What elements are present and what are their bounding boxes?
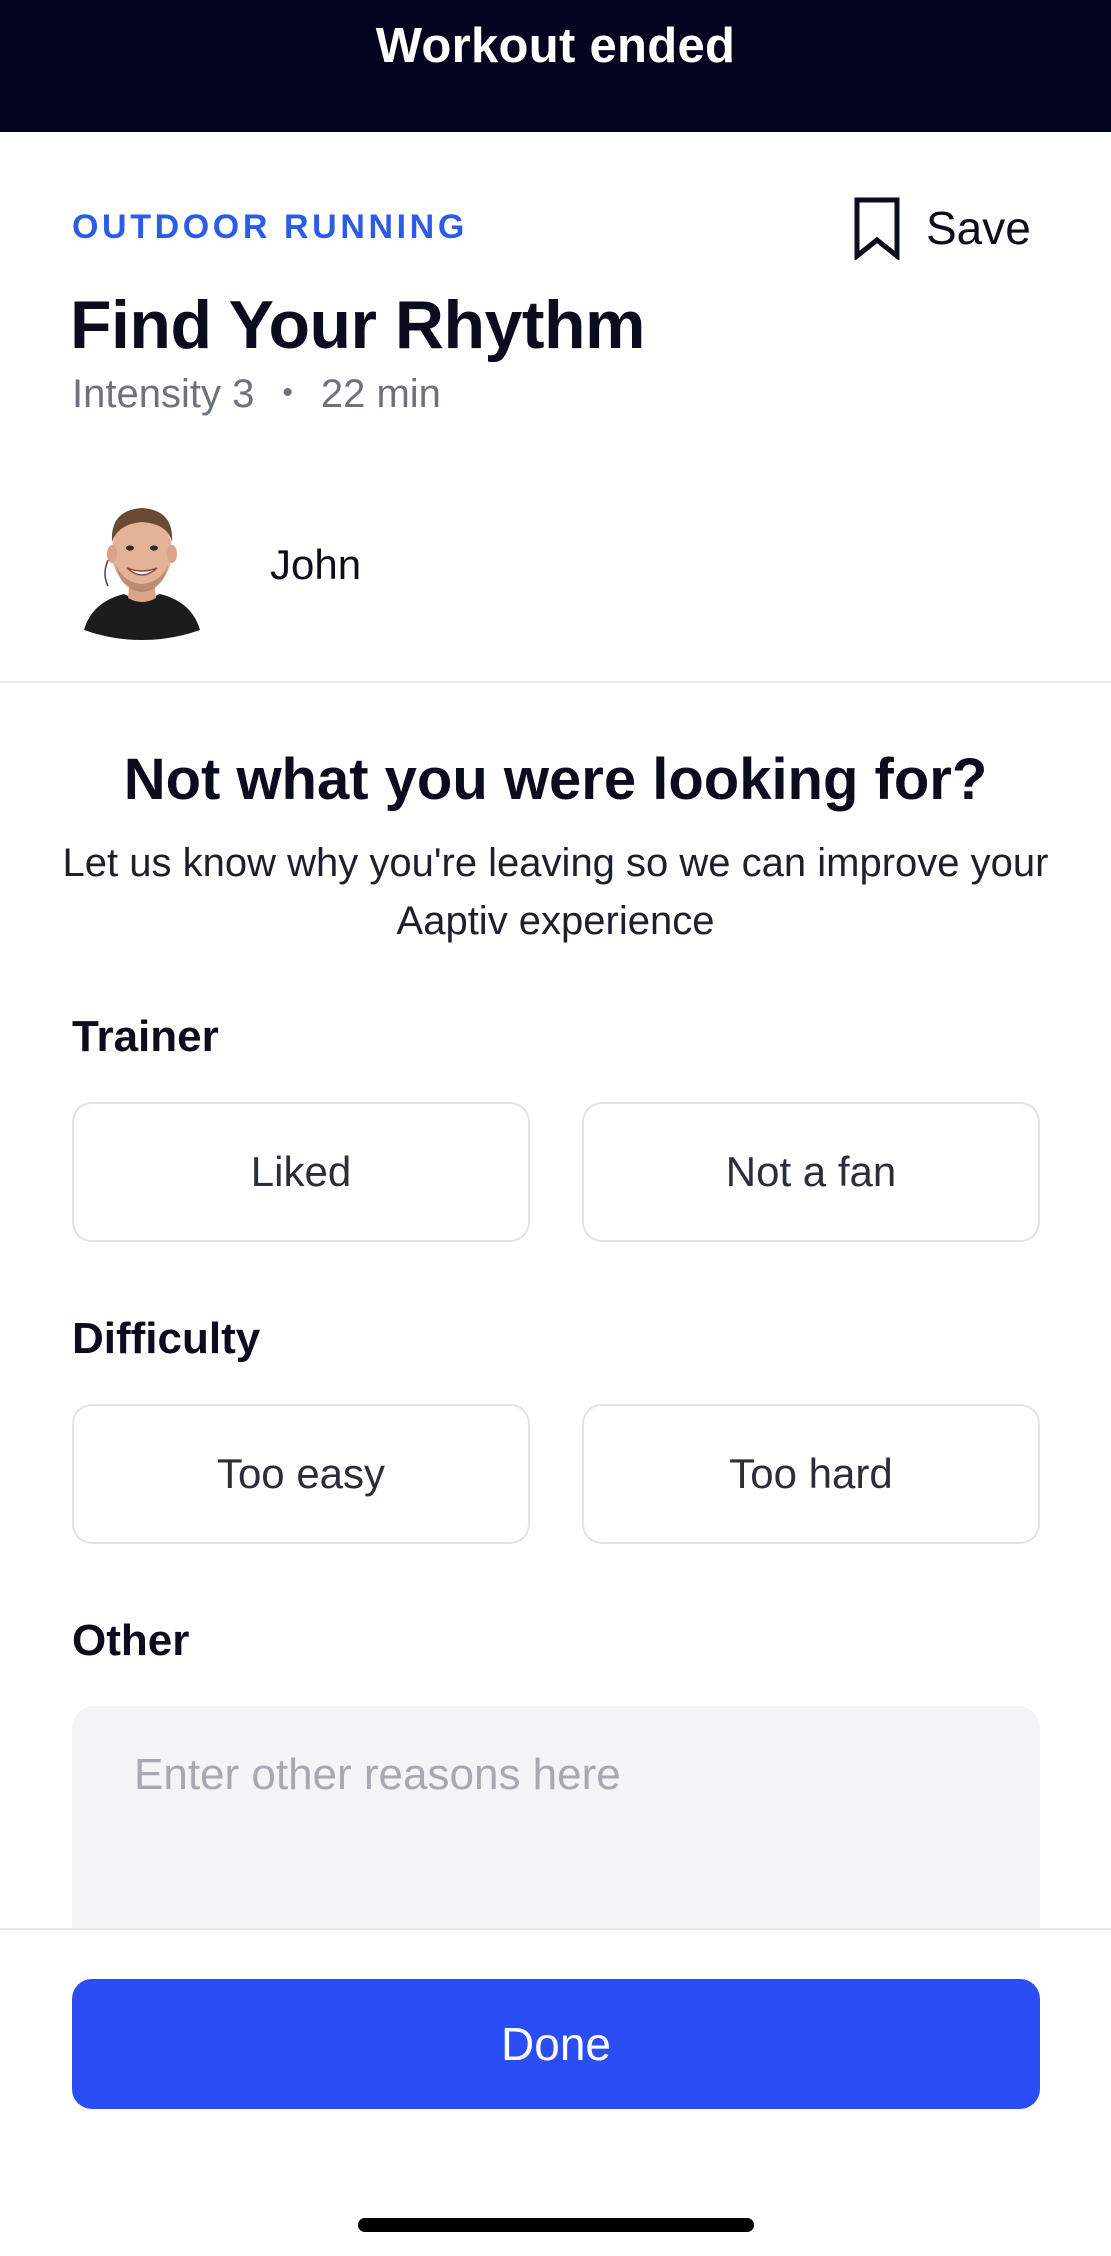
trainer-liked-button[interactable]: Liked	[72, 1102, 530, 1242]
divider	[0, 681, 1111, 683]
save-label: Save	[926, 202, 1031, 254]
other-section-label: Other	[72, 1616, 190, 1665]
feedback-subtitle: Let us know why you're leaving so we can…	[62, 841, 1049, 943]
trainer-not-a-fan-button[interactable]: Not a fan	[582, 1102, 1040, 1242]
save-button[interactable]: Save	[852, 192, 1042, 264]
page-title: Workout ended	[375, 19, 736, 73]
workout-category: OUTDOOR RUNNING	[72, 208, 468, 246]
bookmark-icon	[852, 196, 902, 260]
difficulty-section-label: Difficulty	[72, 1314, 261, 1363]
trainer-section-label: Trainer	[72, 1012, 219, 1061]
trainer-name: John	[270, 541, 362, 588]
trainer-avatar	[84, 508, 200, 640]
done-button[interactable]: Done	[72, 1979, 1040, 2109]
top-bar: Workout ended	[0, 0, 1111, 132]
meta-separator: •	[282, 375, 293, 409]
other-reasons-input[interactable]	[72, 1706, 1040, 1928]
home-indicator[interactable]	[358, 2218, 754, 2232]
trainer-row[interactable]: John	[72, 490, 361, 640]
workout-title: Find Your Rhythm	[70, 287, 646, 363]
difficulty-too-hard-button[interactable]: Too hard	[582, 1404, 1040, 1544]
difficulty-too-easy-button[interactable]: Too easy	[72, 1404, 530, 1544]
workout-meta: Intensity 3 • 22 min	[72, 372, 441, 417]
feedback-heading: Not what you were looking for?	[123, 747, 988, 812]
divider	[0, 1928, 1111, 1930]
intensity-label: Intensity 3	[72, 372, 255, 416]
duration-label: 22 min	[320, 372, 441, 416]
